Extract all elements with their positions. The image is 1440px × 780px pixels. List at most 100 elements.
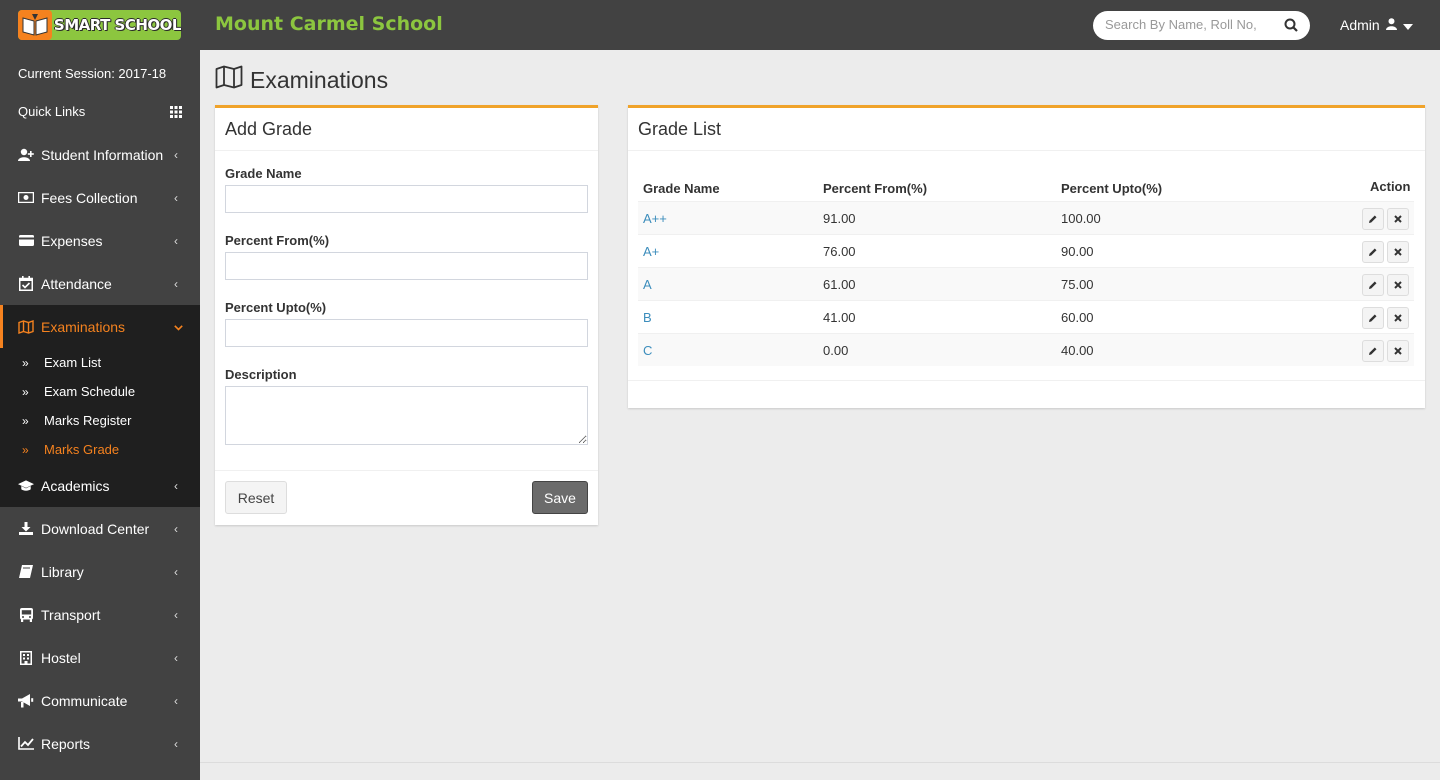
sidebar-item-download-center[interactable]: Download Center ‹: [0, 507, 200, 550]
percent-from-input[interactable]: [225, 252, 588, 280]
submenu-item-exam-list[interactable]: » Exam List: [0, 348, 200, 377]
percent-from-cell: 41.00: [823, 310, 856, 325]
double-chevron-right-icon: »: [22, 384, 29, 399]
edit-pencil-icon[interactable]: [1362, 274, 1384, 296]
column-header-action: Action: [1370, 179, 1411, 194]
submenu-item-marks-register[interactable]: » Marks Register: [0, 406, 200, 435]
grade-link[interactable]: B: [643, 310, 652, 325]
double-chevron-right-icon: »: [22, 413, 29, 428]
description-textarea[interactable]: [225, 386, 588, 445]
column-header-grade-name[interactable]: Grade Name: [643, 181, 720, 196]
submenu-item-label: Exam List: [44, 355, 102, 370]
school-name: Mount Carmel School: [215, 13, 443, 35]
sidebar-item-label: Reports: [41, 735, 91, 752]
percent-upto-cell: 90.00: [1061, 244, 1094, 259]
chevron-left-icon: ‹: [174, 564, 178, 579]
percent-from-cell: 0.00: [823, 343, 849, 358]
percent-from-cell: 91.00: [823, 211, 856, 226]
map-icon: [215, 65, 243, 95]
delete-x-icon[interactable]: [1387, 208, 1409, 230]
percent-upto-cell: 100.00: [1061, 211, 1101, 226]
sidebar-item-student-information[interactable]: Student Information ‹: [0, 133, 200, 176]
sidebar-item-reports[interactable]: Reports ‹: [0, 722, 200, 765]
footer-divider: [200, 762, 1440, 763]
money-icon: [18, 190, 34, 206]
chevron-left-icon: ‹: [174, 190, 178, 205]
percent-upto-input[interactable]: [225, 319, 588, 347]
sidebar-item-label: Download Center: [41, 520, 150, 537]
submenu-item-exam-schedule[interactable]: » Exam Schedule: [0, 377, 200, 406]
percent-from-cell: 61.00: [823, 277, 856, 292]
delete-x-icon[interactable]: [1387, 274, 1409, 296]
divider: [628, 380, 1425, 381]
edit-pencil-icon[interactable]: [1362, 307, 1384, 329]
percent-from-label: Percent From(%): [225, 233, 330, 248]
delete-x-icon[interactable]: [1387, 241, 1409, 263]
bus-icon: [18, 607, 34, 623]
brand-name: SMART SCHOOL: [53, 16, 182, 34]
grade-link[interactable]: C: [643, 343, 652, 358]
divider: [628, 150, 1425, 151]
grade-link[interactable]: A+: [643, 244, 659, 259]
user-icon: [1385, 17, 1397, 33]
search-input[interactable]: [1105, 17, 1275, 32]
grade-list-panel: Grade List Grade Name Percent From(%) Pe…: [628, 105, 1425, 408]
sidebar-item-academics[interactable]: Academics ‹: [0, 464, 200, 507]
edit-pencil-icon[interactable]: [1362, 241, 1384, 263]
book-icon: [18, 564, 34, 580]
grade-link[interactable]: A: [643, 277, 652, 292]
sidebar-item-label: Student Information: [41, 146, 164, 163]
sidebar-item-hostel[interactable]: Hostel ‹: [0, 636, 200, 679]
grade-name-input[interactable]: [225, 185, 588, 213]
sidebar-item-label: Library: [41, 563, 84, 580]
logo[interactable]: SMART SCHOOL: [18, 10, 182, 40]
bullhorn-icon: [18, 693, 34, 709]
graduation-cap-icon: [18, 478, 34, 494]
calendar-check-icon: [18, 276, 34, 292]
sidebar-item-fees-collection[interactable]: Fees Collection ‹: [0, 176, 200, 219]
delete-x-icon[interactable]: [1387, 340, 1409, 362]
double-chevron-right-icon: »: [22, 355, 29, 370]
grid-icon[interactable]: [170, 106, 182, 121]
edit-pencil-icon[interactable]: [1362, 208, 1384, 230]
table-row: C 0.00 40.00: [638, 333, 1414, 366]
edit-pencil-icon[interactable]: [1362, 340, 1384, 362]
submenu-item-label: Marks Register: [44, 413, 132, 428]
grade-link[interactable]: A++: [643, 211, 667, 226]
sidebar-item-expenses[interactable]: Expenses ‹: [0, 219, 200, 262]
sidebar-item-transport[interactable]: Transport ‹: [0, 593, 200, 636]
grade-name-label: Grade Name: [225, 166, 302, 181]
sidebar-item-examinations[interactable]: Examinations: [0, 305, 200, 348]
page-title: Examinations: [250, 66, 389, 93]
column-header-percent-upto[interactable]: Percent Upto(%): [1061, 181, 1162, 196]
sidebar-item-label: Attendance: [41, 275, 112, 292]
sidebar-item-label: Fees Collection: [41, 189, 138, 206]
chevron-left-icon: ‹: [174, 736, 178, 751]
page-header: Examinations: [215, 65, 388, 95]
search-icon[interactable]: [1284, 18, 1298, 35]
sidebar-item-label: Examinations: [41, 318, 126, 335]
delete-x-icon[interactable]: [1387, 307, 1409, 329]
sidebar-item-library[interactable]: Library ‹: [0, 550, 200, 593]
save-button[interactable]: Save: [532, 481, 588, 514]
divider: [215, 150, 598, 151]
sidebar-item-communicate[interactable]: Communicate ‹: [0, 679, 200, 722]
submenu-item-marks-grade[interactable]: » Marks Grade: [0, 435, 200, 464]
chevron-left-icon: ‹: [174, 521, 178, 536]
open-book-icon: [18, 10, 52, 40]
column-header-percent-from[interactable]: Percent From(%): [823, 181, 927, 196]
percent-upto-cell: 60.00: [1061, 310, 1094, 325]
chevron-left-icon: ‹: [174, 478, 178, 493]
add-grade-panel: Add Grade Grade Name Percent From(%) Per…: [215, 105, 598, 525]
search-box: [1093, 11, 1310, 40]
top-navbar: SMART SCHOOL Mount Carmel School Admin: [0, 0, 1440, 50]
sidebar-item-label: Expenses: [41, 232, 103, 249]
sidebar-item-attendance[interactable]: Attendance ‹: [0, 262, 200, 305]
reset-button[interactable]: Reset: [225, 481, 287, 514]
chevron-left-icon: ‹: [174, 233, 178, 248]
quick-links[interactable]: Quick Links: [18, 104, 85, 119]
admin-menu[interactable]: Admin: [1340, 17, 1413, 33]
double-chevron-right-icon: »: [22, 442, 29, 457]
submenu-item-label: Marks Grade: [44, 442, 120, 457]
active-indicator: [0, 305, 3, 348]
